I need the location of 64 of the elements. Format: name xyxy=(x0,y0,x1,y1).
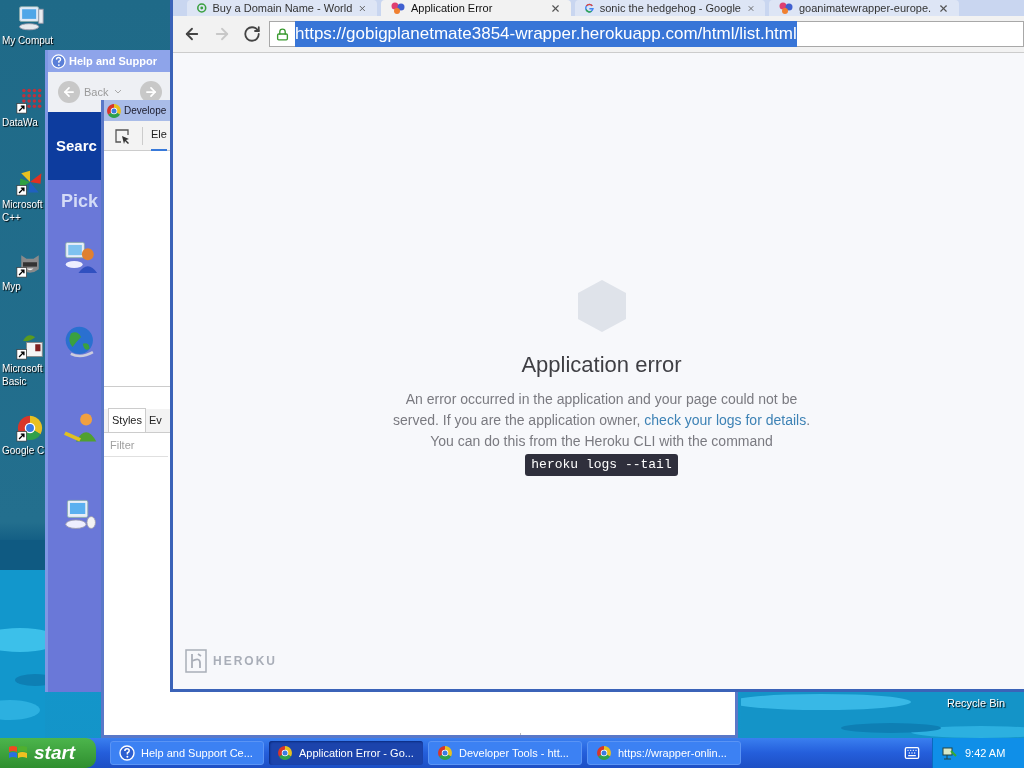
tricolor-circle-icon xyxy=(437,745,453,761)
pick-heading: Pick xyxy=(61,191,99,211)
browser-tab[interactable]: sonic the hedgehog - Google xyxy=(575,0,765,16)
window-title: Develope xyxy=(124,104,167,118)
tricolor-circle-icon xyxy=(596,745,612,761)
keyboard-icon[interactable] xyxy=(904,745,920,761)
desktop-icon-label: Myp xyxy=(2,280,21,293)
tab-title: Buy a Domain Name - World xyxy=(212,1,353,15)
computer-icon[interactable] xyxy=(64,497,98,531)
browser-tab[interactable]: Buy a Domain Name - World xyxy=(187,0,377,16)
close-icon[interactable] xyxy=(550,2,561,14)
desktop-icon-label: My Comput xyxy=(2,34,54,47)
taskbar-button[interactable]: https://wrapper-onlin... xyxy=(587,741,741,765)
sidebar-tab[interactable]: Styles xyxy=(108,408,146,432)
search-heading: Searc xyxy=(56,135,97,156)
filter-field[interactable]: Filter xyxy=(104,433,168,457)
tricolor-circle-icon[interactable] xyxy=(16,414,44,442)
lock-icon xyxy=(276,27,289,41)
g-logo-icon xyxy=(585,2,594,14)
tab-title: sonic the hedgehog - Google xyxy=(599,1,741,15)
taskbar-button[interactable]: Developer Tools - htt... xyxy=(428,741,582,765)
network-icon[interactable] xyxy=(941,745,957,761)
leaf-icon[interactable] xyxy=(16,332,44,360)
browser-tab[interactable]: goanimatewrapper-europe. xyxy=(769,0,959,16)
forward-arrow-icon xyxy=(144,85,159,99)
desktop-icon-label: Basic xyxy=(2,375,27,388)
sidebar-tab[interactable]: Ev xyxy=(145,408,165,432)
address-bar[interactable]: https://gobigplanetmate3854-wrapper.herokuapp.com/html/list.html xyxy=(269,21,1024,47)
clock: 9:42 AM xyxy=(965,745,1006,761)
elements-tab[interactable]: Ele xyxy=(151,120,167,151)
swirl-icon xyxy=(391,2,405,14)
forward-arrow-icon xyxy=(213,25,231,43)
close-icon[interactable] xyxy=(938,2,949,14)
desktop-icon-label: DataWa xyxy=(2,116,38,129)
tab-title: goanimatewrapper-europe. xyxy=(799,1,932,15)
hexagon-icon xyxy=(575,278,628,334)
dots-icon[interactable] xyxy=(16,86,44,114)
heroku-logo-icon xyxy=(185,649,207,673)
window-title: Help and Suppor xyxy=(69,53,157,69)
pinwheel-icon[interactable] xyxy=(16,168,44,196)
taskbar-button[interactable]: Application Error - Go... xyxy=(269,741,423,765)
help-icon xyxy=(119,745,135,761)
swirl-icon xyxy=(779,2,793,14)
desktop-icon-label: Microsoft xyxy=(2,198,43,211)
error-title: Application error xyxy=(521,351,682,379)
inspect-icon[interactable] xyxy=(114,127,130,144)
desktop-icon-label: Recycle Bin xyxy=(947,696,1006,711)
help-icon xyxy=(51,53,66,69)
browser-tab[interactable]: Application Error xyxy=(381,0,571,16)
tab-title: Application Error xyxy=(411,1,494,15)
command-text: heroku logs --tail xyxy=(525,454,678,476)
tricolor-circle-icon xyxy=(106,102,122,119)
desktop-icon-label: C++ xyxy=(2,211,21,224)
url-text: https://gobigplanetmate3854-wrapper.herokuapp.com/html/list.html xyxy=(295,21,797,47)
tricolor-circle-icon xyxy=(277,745,293,761)
error-message: An error occurred in the application and your page could not be served. If you are the application owner, check your logs for details. You can do this from the Heroku CLI with the command xyxy=(391,390,812,451)
desktop-icon-label: Google C xyxy=(2,444,45,457)
computer-icon[interactable] xyxy=(16,4,44,32)
heroku-wordmark: HEROKU xyxy=(213,653,277,670)
ring-icon xyxy=(197,2,207,14)
taskbar-button[interactable]: Help and Support Ce... xyxy=(110,741,264,765)
reload-icon xyxy=(243,25,261,43)
computer-user-icon[interactable] xyxy=(64,239,98,273)
desktop-icon-label: Microsoft xyxy=(2,362,43,375)
